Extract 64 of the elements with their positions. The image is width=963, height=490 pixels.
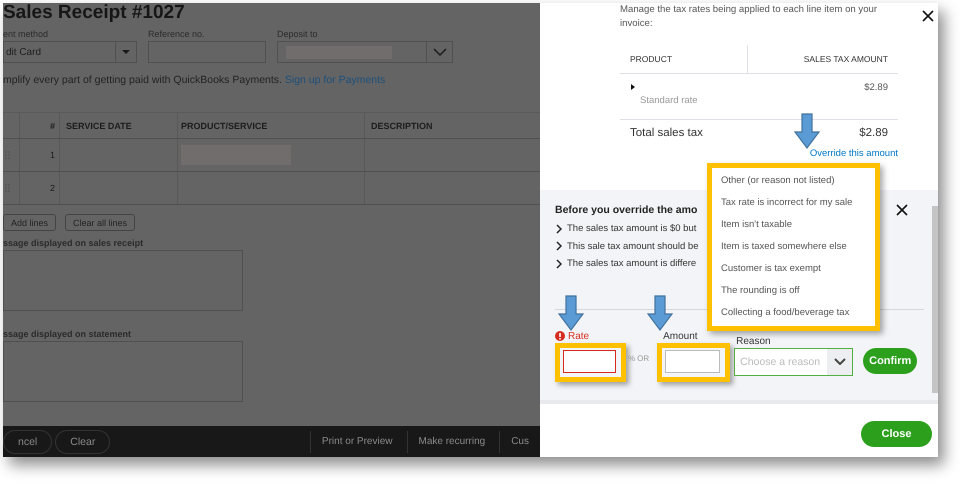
override-link[interactable]: Override this amount [810, 148, 898, 158]
column-header: # [20, 113, 60, 138]
row-number: 1 [20, 139, 60, 171]
rate-field[interactable] [563, 350, 616, 372]
menu-item[interactable]: Collecting a food/beverage tax [712, 302, 875, 324]
close-icon [896, 204, 908, 216]
intro-text: Manage the tax rates being applied to each line item on your invoice: [620, 3, 878, 31]
footer-button[interactable]: Clear [55, 430, 110, 454]
override-title: Before you override the amo [555, 204, 698, 216]
dropdown-field[interactable]: dit Card [3, 41, 137, 63]
total-label: Total sales tax [629, 127, 704, 139]
percent-sign: % [628, 354, 636, 362]
footer-button[interactable]: ncel [3, 430, 52, 454]
page-title: Sales Receipt #1027 [3, 3, 186, 25]
close-button[interactable]: Close [861, 420, 932, 446]
footer-link[interactable]: Make recurring [406, 430, 496, 452]
table-button[interactable]: Add lines [3, 214, 56, 231]
column-header: SERVICE DATE [60, 113, 178, 138]
chevron-down-icon [834, 358, 846, 365]
column-header: PRODUCT/SERVICE [178, 113, 365, 138]
column-header: DESCRIPTION [370, 120, 434, 132]
field-label: ssage displayed on sales receipt [3, 238, 144, 250]
dropdown-field[interactable] [277, 41, 453, 63]
table-button[interactable]: Clear all lines [65, 214, 136, 231]
column-header: PRODUCT [620, 45, 748, 73]
chevron-down-icon [432, 48, 446, 56]
confirm-button[interactable]: Confirm [863, 348, 918, 374]
menu-item[interactable]: The rounding is off [712, 280, 875, 302]
field-label: ssage displayed on statement [3, 329, 132, 341]
promo-text: mplify every part of getting paid with QuickBooks Payments. Sign up for Payments [3, 73, 386, 88]
column-header: SALES TAX AMOUNT [802, 54, 889, 64]
field-label: Reference no. [148, 30, 206, 40]
bullet-text: The sales tax amount is $0 but [567, 223, 696, 234]
total-amount: $2.89 [858, 127, 889, 139]
caret-icon [122, 50, 130, 54]
menu-item[interactable]: Other (or reason not listed) [712, 170, 875, 192]
field-label: ent method [3, 30, 50, 40]
menu-item[interactable]: Tax rate is incorrect for my sale [712, 192, 875, 214]
chevron-right-icon [556, 258, 562, 269]
amount-field[interactable] [665, 350, 720, 372]
error-icon [555, 331, 565, 341]
close-icon [922, 10, 934, 22]
or-text: OR [637, 354, 650, 362]
menu-item[interactable]: Customer is tax exempt [712, 258, 875, 280]
field-label: Deposit to [277, 30, 319, 40]
field-label: Rate [555, 330, 626, 342]
footer-link[interactable]: Print or Preview [310, 430, 404, 452]
scrollbar[interactable] [932, 206, 938, 393]
menu-item[interactable]: Item is taxed somewhere else [712, 236, 875, 258]
chevron-right-icon [556, 241, 562, 252]
row-number: 2 [20, 172, 60, 204]
callout-arrow [794, 113, 820, 149]
field-label: Amount [662, 330, 699, 342]
menu-item[interactable]: Item isn't taxable [712, 214, 875, 236]
callout-arrow [647, 295, 673, 331]
message-field[interactable] [3, 341, 243, 402]
bullet-text: The sales tax amount is differe [567, 258, 696, 270]
tax-amount: $2.89 [863, 82, 889, 93]
message-field[interactable] [3, 250, 243, 311]
rate-name: Standard rate [640, 95, 699, 106]
bullet-text: This sale tax amount should be [567, 240, 698, 252]
callout-arrow [558, 295, 584, 331]
field-label: Reason [735, 334, 772, 348]
chevron-right-icon [556, 224, 562, 234]
